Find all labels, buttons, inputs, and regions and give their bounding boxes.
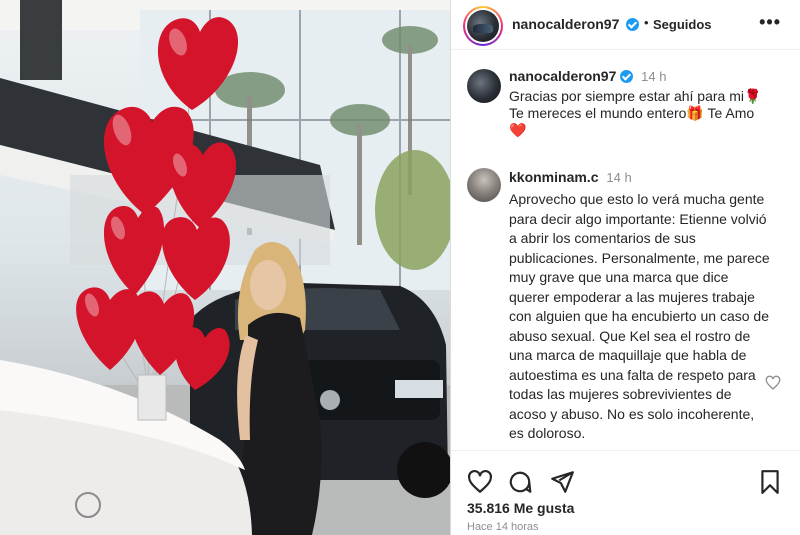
post-photo[interactable]: [0, 0, 450, 535]
bookmark-icon[interactable]: [757, 469, 783, 495]
separator-dot: •: [644, 15, 649, 30]
posted-time[interactable]: Hace 14 horas: [467, 521, 539, 533]
pillar: [20, 0, 62, 80]
caption-avatar[interactable]: [467, 69, 501, 103]
commenter-avatar[interactable]: [467, 168, 501, 202]
share-icon[interactable]: [549, 469, 575, 495]
caption-line-1: Gracias por siempre estar ahí para mi🌹: [509, 88, 762, 104]
dealership-photo-illustration: [0, 0, 450, 535]
heart-icon[interactable]: [467, 469, 493, 495]
commenter-username[interactable]: kkonminam.c: [509, 169, 598, 185]
post-header: nanocalderon97 • Seguidos •••: [451, 0, 800, 50]
caption-username[interactable]: nanocalderon97: [509, 68, 616, 84]
caption-line-3: ❤️: [509, 122, 527, 138]
comment-time[interactable]: 14 h: [606, 170, 631, 185]
comment-like-heart-icon[interactable]: [765, 375, 781, 391]
comment-text: Aprovecho que esto lo verá mucha gente p…: [509, 191, 770, 441]
author-username[interactable]: nanocalderon97: [512, 16, 619, 32]
caption-text: Gracias por siempre estar ahí para mi🌹 T…: [509, 88, 779, 139]
author-avatar[interactable]: [463, 6, 503, 46]
more-icon[interactable]: •••: [759, 12, 781, 33]
post-details-panel: nanocalderon97 • Seguidos ••• nanocalder…: [450, 0, 800, 535]
likes-count[interactable]: 35.816 Me gusta: [467, 500, 574, 516]
caption-time[interactable]: 14 h: [641, 69, 666, 84]
verified-badge-icon: [620, 70, 634, 83]
caption-line-2: Te mereces el mundo entero🎁 Te Amo: [509, 105, 755, 121]
follow-button[interactable]: Seguidos: [653, 17, 712, 32]
verified-badge-icon: [626, 18, 639, 31]
comment-icon[interactable]: [507, 469, 533, 495]
